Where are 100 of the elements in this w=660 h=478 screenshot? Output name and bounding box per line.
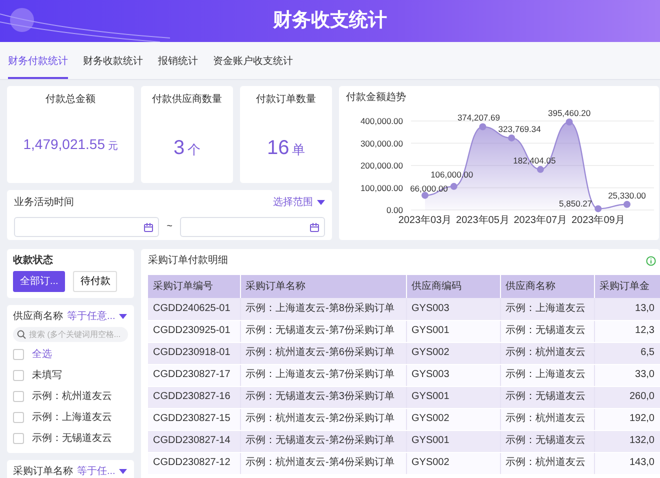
tab[interactable]: 财务付款统计: [8, 56, 68, 79]
data-label: 5,850.27: [559, 198, 592, 209]
table-cell: GYS001: [406, 320, 500, 342]
table-cell: 示例：无锡道友云-第2份采购订单: [240, 430, 406, 452]
table-cell: CGDD230827-12: [148, 452, 240, 474]
column-header: 供应商编码: [406, 275, 500, 298]
table-cell: 143,0: [594, 452, 660, 474]
field-label: 业务活动时间: [14, 197, 74, 209]
checkbox[interactable]: [13, 412, 24, 423]
checkbox[interactable]: [13, 433, 24, 444]
data-label: 374,207.69: [457, 112, 500, 123]
calendar-icon: [144, 222, 153, 232]
table-cell: CGDD230827-16: [148, 386, 240, 408]
axis-label: 300,000.00: [360, 138, 403, 148]
table-cell: 示例：杭州道友云-第4份采购订单: [240, 452, 406, 474]
table-cell: 示例：无锡道友云-第7份采购订单: [240, 320, 406, 342]
table-cell: 示例：上海道友云-第7份采购订单: [240, 364, 406, 386]
filter-title: 供应商名称: [13, 311, 63, 323]
data-point: [450, 182, 458, 190]
checkbox[interactable]: [13, 349, 24, 360]
info-icon[interactable]: [646, 256, 656, 266]
axis-label: 2023年03月: [398, 215, 452, 226]
table-cell: CGDD240625-01: [148, 298, 240, 320]
table-cell: 13,0: [594, 298, 660, 320]
table-cell: CGDD230827-17: [148, 364, 240, 386]
table-cell: 示例：无锡道友云: [500, 430, 594, 452]
status-button[interactable]: 全部订...: [13, 271, 66, 292]
checkbox[interactable]: [13, 370, 24, 381]
option-label[interactable]: 全选: [32, 348, 52, 360]
checkbox[interactable]: [13, 391, 24, 402]
data-point: [479, 123, 486, 130]
chart-title: 付款金额趋势: [346, 92, 406, 104]
search-field[interactable]: 搜索 (多个关键词用空格...: [13, 327, 128, 342]
stat-label: 付款供应商数量: [152, 94, 222, 106]
data-point: [508, 134, 516, 142]
data-point: [624, 200, 630, 208]
table-cell: GYS002: [406, 408, 500, 430]
axis-label: 2023年05月: [456, 215, 510, 226]
table-cell: GYS003: [406, 364, 500, 386]
caret-icon: [119, 469, 128, 475]
tab[interactable]: 财务收款统计: [83, 56, 143, 79]
table-cell: 132,0: [594, 430, 660, 452]
calendar-icon: [310, 222, 319, 232]
page-title: 财务收支统计: [273, 10, 387, 32]
option-label[interactable]: 示例：杭州道友云: [32, 390, 112, 402]
table-cell: GYS003: [406, 298, 500, 320]
table-cell: CGDD230827-14: [148, 430, 240, 452]
column-header: 采购订单金: [594, 275, 660, 298]
filter-title: 采购订单名称: [13, 466, 73, 478]
table-cell: 示例：杭州道友云-第2份采购订单: [240, 408, 406, 430]
table-cell: GYS001: [406, 430, 500, 452]
stat-value: 3 个: [174, 136, 200, 160]
table-cell: 示例：无锡道友云: [500, 386, 594, 408]
table-cell: 示例：上海道友云-第8份采购订单: [240, 298, 406, 320]
table-cell: 示例：杭州道友云: [500, 342, 594, 364]
table-cell: CGDD230918-01: [148, 342, 240, 364]
stat-label: 付款总金额: [46, 94, 96, 106]
search-icon: [17, 330, 26, 339]
range-separator: ~: [166, 221, 172, 233]
operator-dropdown[interactable]: 等于任意...: [67, 311, 128, 323]
data-point: [566, 118, 573, 126]
table-cell: 示例：无锡道友云-第3份采购订单: [240, 386, 406, 408]
table-cell: 示例：上海道友云: [500, 298, 594, 320]
filter-title: 收款状态: [13, 255, 54, 267]
data-label: 182,404.05: [513, 155, 556, 166]
table-cell: GYS002: [406, 342, 500, 364]
column-header: 采购订单编号: [148, 275, 240, 298]
stat-value: 16 单: [266, 136, 306, 160]
table-cell: 示例：杭州道友云: [500, 408, 594, 430]
axis-label: 0.00: [386, 205, 403, 215]
tab[interactable]: 资金账户收支统计: [213, 56, 293, 79]
status-button[interactable]: 待付款: [73, 271, 118, 292]
data-point: [422, 192, 428, 199]
data-point: [536, 166, 544, 173]
date-field[interactable]: [180, 217, 325, 237]
axis-label: 2023年09月: [571, 215, 625, 226]
date-field[interactable]: [14, 217, 159, 237]
table-cell: 示例：杭州道友云-第6份采购订单: [240, 342, 406, 364]
table-cell: 示例：上海道友云: [500, 364, 594, 386]
data-label: 25,330.00: [608, 190, 646, 200]
caret-icon: [317, 200, 325, 206]
column-header: 供应商名称: [500, 275, 594, 298]
range-button[interactable]: 选择范围: [273, 197, 325, 209]
table-cell: 示例：杭州道友云: [500, 452, 594, 474]
table-cell: GYS002: [406, 452, 500, 474]
data-label: 395,460.20: [548, 108, 591, 118]
option-label[interactable]: 示例：上海道友云: [32, 412, 112, 424]
table-cell: 33,0: [594, 364, 660, 386]
axis-label: 100,000.00: [360, 182, 403, 193]
data-label: 323,769.34: [498, 124, 541, 134]
option-label[interactable]: 未填写: [32, 370, 62, 382]
data-label: 66,000.00: [410, 183, 448, 194]
table-cell: GYS001: [406, 386, 500, 408]
stat-value: 1,479,021.55 元: [23, 136, 118, 153]
operator-dropdown[interactable]: 等于任...: [77, 466, 128, 478]
table-cell: CGDD230827-15: [148, 408, 240, 430]
tab[interactable]: 报销统计: [158, 56, 198, 79]
table-cell: CGDD230925-01: [148, 320, 240, 342]
data-point: [594, 205, 602, 212]
option-label[interactable]: 示例：无锡道友云: [32, 432, 112, 444]
